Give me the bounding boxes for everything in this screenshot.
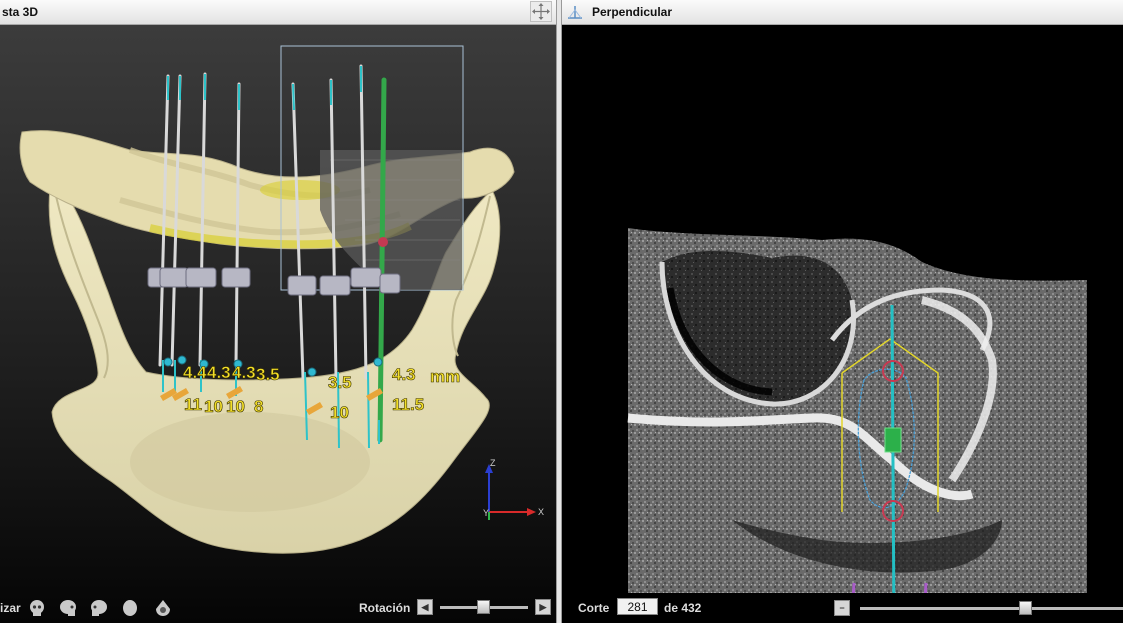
length-label-2: 10 <box>204 397 223 416</box>
rotation-left-button[interactable]: ◀ <box>417 599 433 615</box>
measurement-label-1: 4.4 <box>183 363 207 382</box>
slice-total-label: de 432 <box>664 601 702 615</box>
measurement-label-2: 4.3 <box>207 363 231 382</box>
implant-rings <box>147 267 401 296</box>
length-label-6: 11.5 <box>392 395 424 414</box>
orientation-axes: Z X Y <box>483 458 544 520</box>
visualize-label: izar <box>0 601 21 615</box>
arrow-right-icon: ▶ <box>539 602 547 612</box>
axis-z-label: Z <box>490 458 496 468</box>
rotation-label: Rotación <box>359 601 411 615</box>
ct-cross-section[interactable] <box>562 24 1123 593</box>
minus-icon: − <box>839 603 845 613</box>
view-3d-toolbar: izar Rotación ◀ ▶ <box>0 593 556 623</box>
axis-y-label: Y <box>483 508 489 518</box>
axis-x-label: X <box>538 507 544 517</box>
skull-front-icon[interactable] <box>28 599 46 617</box>
slice-slider-thumb[interactable] <box>1019 601 1032 615</box>
rotation-right-button[interactable]: ▶ <box>535 599 551 615</box>
expand-icon <box>532 3 550 20</box>
length-label-1: 11 <box>184 395 202 414</box>
slice-number-field[interactable]: 281 <box>617 598 658 615</box>
perpendicular-view-icon <box>568 6 582 19</box>
perpendicular-toolbar: Corte 281 de 432 − <box>562 593 1123 623</box>
perpendicular-view-panel[interactable]: Perpendicular Corte 281 de 432 − <box>562 0 1123 623</box>
measurement-label-3: 4.3 <box>232 363 256 382</box>
view-3d-title: sta 3D <box>2 5 39 19</box>
expand-button[interactable] <box>530 1 552 22</box>
mandible-3d-render[interactable]: 4.4 4.3 4.3 3.5 3.5 4.3 mm 11 10 10 8 10… <box>0 24 556 593</box>
skull-back-icon[interactable] <box>89 599 109 617</box>
view-3d-panel[interactable]: sta 3D 4.4 4.3 4.3 3.5 3.5 4.3 mm 11 10 … <box>0 0 556 623</box>
perpendicular-header: Perpendicular <box>562 0 1123 25</box>
slice-label: Corte <box>578 601 610 615</box>
slice-decrease-button[interactable]: − <box>834 600 850 616</box>
skull-top-icon[interactable] <box>121 599 139 617</box>
measurement-unit-label: mm <box>430 367 460 386</box>
measurement-label-4: 3.5 <box>256 365 280 384</box>
skull-side-icon[interactable] <box>58 599 78 617</box>
length-label-3: 10 <box>226 397 245 416</box>
length-label-4: 8 <box>254 397 263 416</box>
slice-slider-track[interactable] <box>860 607 1123 610</box>
arrow-left-icon: ◀ <box>421 602 429 612</box>
skull-bottom-icon[interactable] <box>154 599 172 617</box>
measurement-label-5: 3.5 <box>328 373 352 392</box>
length-label-5: 10 <box>330 403 349 422</box>
view-3d-header: sta 3D <box>0 0 556 25</box>
measurement-label-6: 4.3 <box>392 365 416 384</box>
perpendicular-title: Perpendicular <box>592 5 673 19</box>
rotation-slider-thumb[interactable] <box>477 600 490 614</box>
